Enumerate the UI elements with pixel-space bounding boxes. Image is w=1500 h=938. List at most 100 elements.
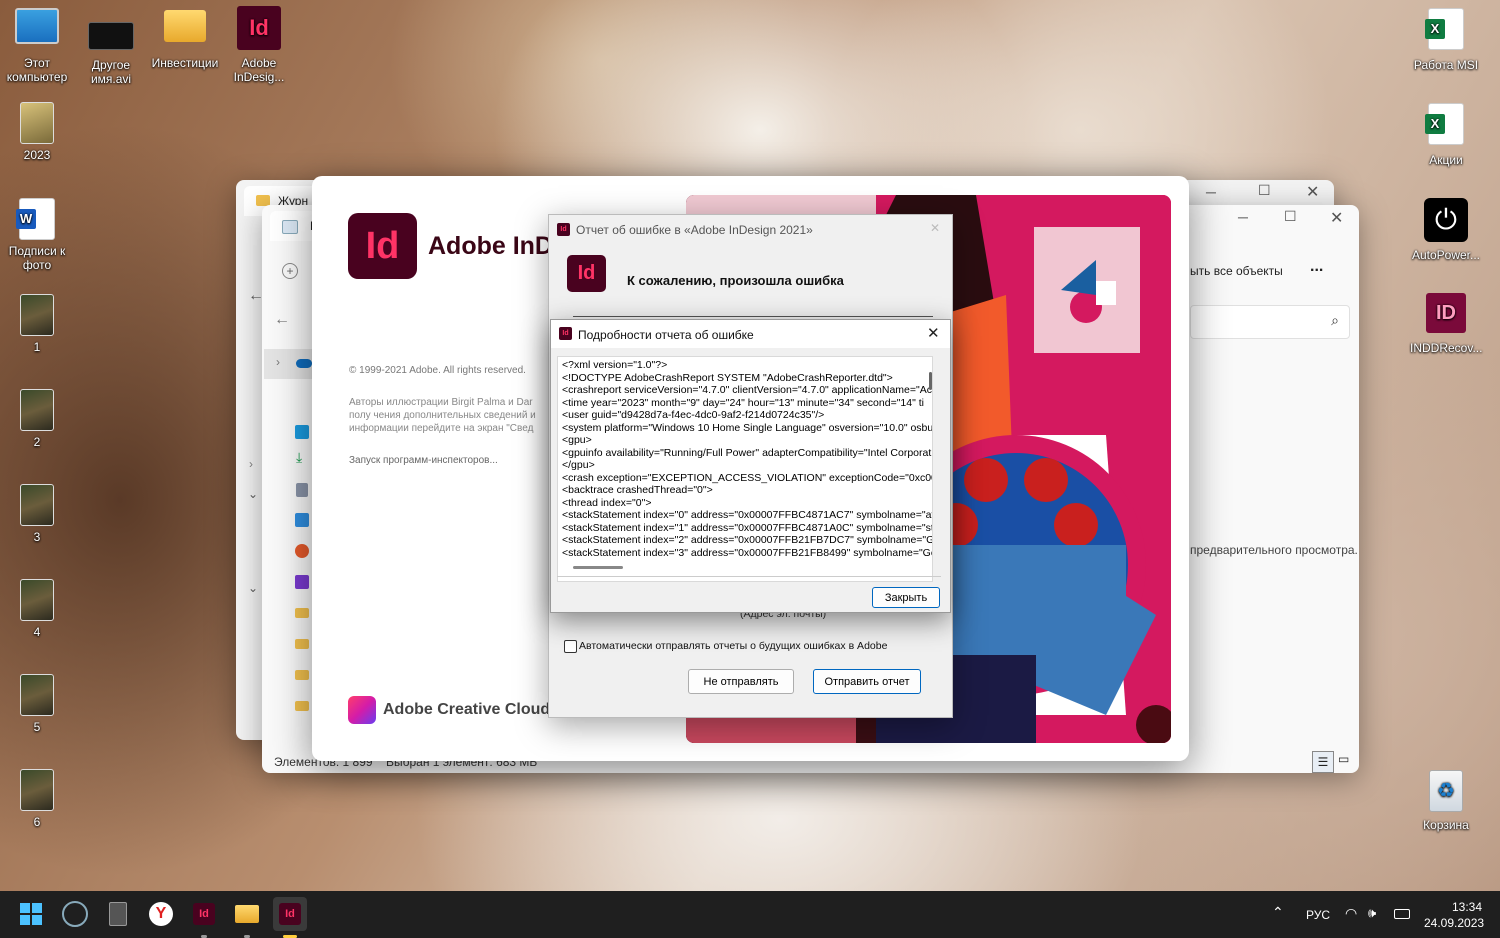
indesign-small-icon: Id: [557, 223, 570, 236]
tiles-view-button[interactable]: ▭: [1338, 752, 1349, 766]
desktop-icon-photo-2[interactable]: 2: [1, 389, 73, 449]
taskbar-app-indesign-2[interactable]: Id: [273, 897, 307, 938]
desktop-icon-inddrecovery[interactable]: ID INDDRecov...: [1410, 293, 1482, 355]
taskbar-app-yandex[interactable]: Y: [144, 897, 178, 931]
desktop-folder-icon[interactable]: [295, 425, 309, 439]
close-button[interactable]: ✕: [930, 221, 940, 235]
yandex-browser-icon: Y: [149, 902, 173, 926]
wifi-icon[interactable]: ◠: [1345, 905, 1357, 922]
music-icon[interactable]: [295, 544, 309, 558]
taskbar-app-indesign-1[interactable]: Id: [187, 897, 221, 938]
taskbar-app-remote[interactable]: [58, 897, 92, 931]
downloads-icon[interactable]: ⤓: [296, 449, 302, 466]
desktop-icon-autopower[interactable]: ⏻ AutoPower...: [1410, 198, 1482, 262]
folder-icon: [164, 10, 206, 42]
auto-send-label[interactable]: Автоматически отправлять отчеты о будущи…: [579, 640, 887, 652]
close-button[interactable]: ✕: [1306, 182, 1319, 202]
desktop-icon-excel-stocks[interactable]: X Акции: [1410, 103, 1482, 167]
documents-icon[interactable]: [296, 483, 308, 497]
indesign-icon: Id: [193, 903, 215, 925]
desktop-icon-photo-1[interactable]: 1: [1, 294, 73, 354]
image-file-icon: [20, 484, 54, 526]
chevron-down-icon[interactable]: ⌄: [248, 581, 258, 595]
desktop-icon-investments[interactable]: Инвестиции: [149, 10, 221, 70]
xml-line: <stackStatement index="2" address="0x000…: [562, 534, 933, 546]
desktop-icon-label: Инвестиции: [151, 56, 219, 70]
desktop-icon-2023[interactable]: 2023: [1, 102, 73, 162]
desktop-icon-video[interactable]: Другое имя.avi: [75, 22, 147, 86]
xml-line: <gpu>: [562, 434, 592, 446]
desktop-icon-label: Корзина: [1423, 818, 1469, 832]
excel-icon: X: [1425, 8, 1464, 50]
chevron-right-icon[interactable]: ›: [249, 457, 253, 471]
desktop-icon-label: 2023: [23, 148, 51, 162]
dont-send-button[interactable]: Не отправлять: [688, 669, 794, 694]
desktop-icon-photo-4[interactable]: 4: [1, 579, 73, 639]
indd-recovery-icon: ID: [1426, 293, 1466, 333]
desktop-icon-photo-5[interactable]: 5: [1, 674, 73, 734]
details-view-button[interactable]: ☰: [1312, 751, 1334, 773]
creative-cloud-logo-icon: [348, 696, 376, 724]
new-button-icon[interactable]: +: [282, 263, 298, 279]
vertical-scrollbar[interactable]: [929, 372, 932, 390]
close-button[interactable]: ✕: [1330, 208, 1343, 228]
image-file-icon: [20, 389, 54, 431]
battery-icon[interactable]: [1394, 909, 1410, 919]
more-options-icon[interactable]: ...: [1310, 258, 1323, 276]
desktop-icon-recycle-bin[interactable]: ♻ Корзина: [1410, 770, 1482, 832]
taskbar-app-calculator[interactable]: [101, 897, 135, 931]
chevron-up-icon[interactable]: ⌃: [1272, 904, 1284, 921]
error-heading: К сожалению, произошла ошибка: [627, 273, 844, 288]
image-file-icon: [20, 102, 54, 144]
chevron-down-icon[interactable]: ⌄: [248, 487, 258, 501]
indesign-icon: Id: [279, 903, 301, 925]
desktop-icon-label: Работа MSI: [1413, 58, 1479, 72]
select-all-button[interactable]: ыть все объекты: [1190, 264, 1283, 278]
creative-cloud-label: Adobe Creative Cloud: [383, 701, 551, 718]
videos-icon[interactable]: [295, 575, 309, 589]
folder-icon[interactable]: [295, 608, 309, 618]
folder-icon[interactable]: [295, 670, 309, 680]
close-dialog-button[interactable]: Закрыть: [872, 587, 940, 608]
back-arrow-icon[interactable]: ←: [248, 287, 264, 305]
xml-line: <system platform="Windows 10 Home Single…: [562, 421, 933, 434]
xml-line: <backtrace crashedThread="0">: [562, 484, 713, 496]
minimize-button[interactable]: ─: [1238, 209, 1248, 225]
send-report-button[interactable]: Отправить отчет: [813, 669, 921, 694]
desktop-icon-excel-msi[interactable]: X Работа MSI: [1410, 8, 1482, 72]
desktop-icon-label: 4: [33, 625, 41, 639]
pictures-icon[interactable]: [295, 513, 309, 527]
volume-icon[interactable]: 🕪: [1368, 905, 1376, 921]
xml-line: <user guid="d9428d7a-f4ec-4dc0-9af2-f214…: [562, 409, 825, 421]
desktop-icon-captions[interactable]: W Подписи к фото: [1, 198, 73, 272]
desktop-icon-photo-3[interactable]: 3: [1, 484, 73, 544]
folder-icon[interactable]: [295, 701, 309, 711]
back-arrow-icon[interactable]: ←: [274, 311, 290, 329]
folder-icon[interactable]: [295, 639, 309, 649]
horizontal-scrollbar[interactable]: [573, 566, 623, 569]
search-icon: ⌕: [1331, 312, 1339, 328]
xml-line: <thread index="0">: [562, 496, 652, 509]
desktop-icon-indesign[interactable]: Id Adobe InDesig...: [223, 6, 295, 84]
taskbar-app-explorer[interactable]: [230, 897, 264, 938]
image-file-icon: [20, 579, 54, 621]
xml-line: <crash exception="EXCEPTION_ACCESS_VIOLA…: [562, 471, 933, 484]
clock-time[interactable]: 13:34: [1452, 900, 1482, 914]
maximize-button[interactable]: ☐: [1258, 182, 1271, 199]
desktop-icon-photo-6[interactable]: 6: [1, 769, 73, 829]
language-indicator[interactable]: РУС: [1306, 908, 1330, 922]
auto-send-checkbox[interactable]: [564, 640, 577, 653]
clock-date[interactable]: 24.09.2023: [1424, 916, 1484, 930]
maximize-button[interactable]: ☐: [1284, 208, 1297, 225]
indesign-logo-icon: Id: [348, 213, 417, 279]
preview-pane-text: предварительного просмотра.: [1190, 543, 1358, 557]
video-file-icon: [88, 22, 134, 50]
minimize-button[interactable]: ─: [1206, 184, 1216, 200]
start-button[interactable]: [14, 897, 48, 931]
desktop-icon-label: Акции: [1429, 153, 1463, 167]
desktop-icon-this-pc[interactable]: Этот компьютер: [1, 8, 73, 84]
close-button[interactable]: ✕: [927, 324, 940, 342]
search-input[interactable]: ⌕: [1190, 305, 1350, 339]
divider: [573, 316, 933, 317]
crash-report-xml[interactable]: <?xml version="1.0"?> <!DOCTYPE AdobeCras…: [557, 356, 933, 582]
